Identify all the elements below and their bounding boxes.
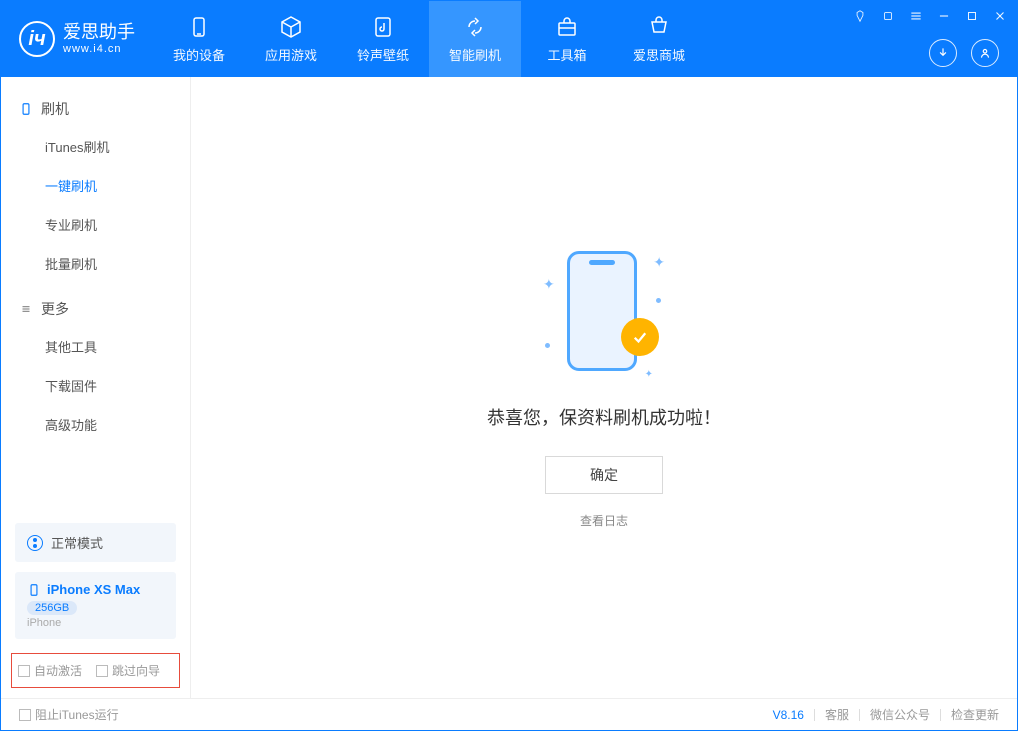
music-icon [371,15,395,39]
success-illustration: ✦✦✦ [549,246,659,376]
menu-icon[interactable] [907,7,925,25]
tab-ringtone-wallpaper[interactable]: 铃声壁纸 [337,1,429,77]
tab-apps-games[interactable]: 应用游戏 [245,1,337,77]
sidebar-item-download-firmware[interactable]: 下载固件 [1,366,190,405]
phone-icon [19,102,33,116]
success-message: 恭喜您，保资料刷机成功啦！ [487,404,721,430]
app-title: 爱思助手 [63,23,135,43]
plugin-icon[interactable] [879,7,897,25]
phone-icon [27,583,41,597]
tab-my-device[interactable]: 我的设备 [153,1,245,77]
logo-area: iч 爱思助手 www.i4.cn [1,21,153,57]
tab-toolbox[interactable]: 工具箱 [521,1,613,77]
device-storage: 256GB [27,601,77,615]
cart-icon [647,15,671,39]
check-icon [621,318,659,356]
view-log-link[interactable]: 查看日志 [580,512,628,529]
footer-link-wechat[interactable]: 微信公众号 [870,706,930,723]
sidebar-item-advanced[interactable]: 高级功能 [1,405,190,444]
app-subtitle: www.i4.cn [63,43,135,55]
header-right-icons [929,39,999,67]
device-name: iPhone XS Max [47,582,140,597]
checkbox-auto-activate[interactable]: 自动激活 [18,662,82,679]
user-button[interactable] [971,39,999,67]
maximize-button[interactable] [963,7,981,25]
sidebar-item-pro[interactable]: 专业刷机 [1,205,190,244]
tab-smart-flash[interactable]: 智能刷机 [429,1,521,77]
device-type: iPhone [27,617,164,629]
sidebar: 刷机 iTunes刷机 一键刷机 专业刷机 批量刷机 更多 其他工具 下载固件 … [1,77,191,698]
window-controls [851,7,1009,25]
cube-icon [279,15,303,39]
highlighted-checkbox-row: 自动激活 跳过向导 [11,653,180,688]
mode-icon [27,535,43,551]
checkbox-block-itunes[interactable]: 阻止iTunes运行 [19,706,119,723]
refresh-icon [463,15,487,39]
checkbox-skip-wizard[interactable]: 跳过向导 [96,662,160,679]
version-label: V8.16 [773,708,804,722]
minimize-button[interactable] [935,7,953,25]
toolbox-icon [555,15,579,39]
sidebar-item-other-tools[interactable]: 其他工具 [1,327,190,366]
close-button[interactable] [991,7,1009,25]
sidebar-item-oneclick[interactable]: 一键刷机 [1,166,190,205]
device-icon [187,15,211,39]
logo-icon: iч [19,21,55,57]
device-card[interactable]: iPhone XS Max 256GB iPhone [15,572,176,639]
main-content: ✦✦✦ 恭喜您，保资料刷机成功啦！ 确定 查看日志 [191,77,1017,698]
mode-badge[interactable]: 正常模式 [15,523,176,562]
theme-icon[interactable] [851,7,869,25]
sidebar-item-batch[interactable]: 批量刷机 [1,244,190,283]
tab-store[interactable]: 爱思商城 [613,1,705,77]
footer-link-support[interactable]: 客服 [825,706,849,723]
app-header: iч 爱思助手 www.i4.cn 我的设备 应用游戏 铃声壁纸 智能刷机 工具… [1,1,1017,77]
footer: 阻止iTunes运行 V8.16 客服 微信公众号 检查更新 [1,698,1017,730]
list-icon [19,302,33,316]
footer-link-update[interactable]: 检查更新 [951,706,999,723]
section-flash: 刷机 [1,91,190,127]
ok-button[interactable]: 确定 [545,456,663,494]
sidebar-item-itunes[interactable]: iTunes刷机 [1,127,190,166]
nav-tabs: 我的设备 应用游戏 铃声壁纸 智能刷机 工具箱 爱思商城 [153,1,705,77]
download-button[interactable] [929,39,957,67]
section-more: 更多 [1,291,190,327]
